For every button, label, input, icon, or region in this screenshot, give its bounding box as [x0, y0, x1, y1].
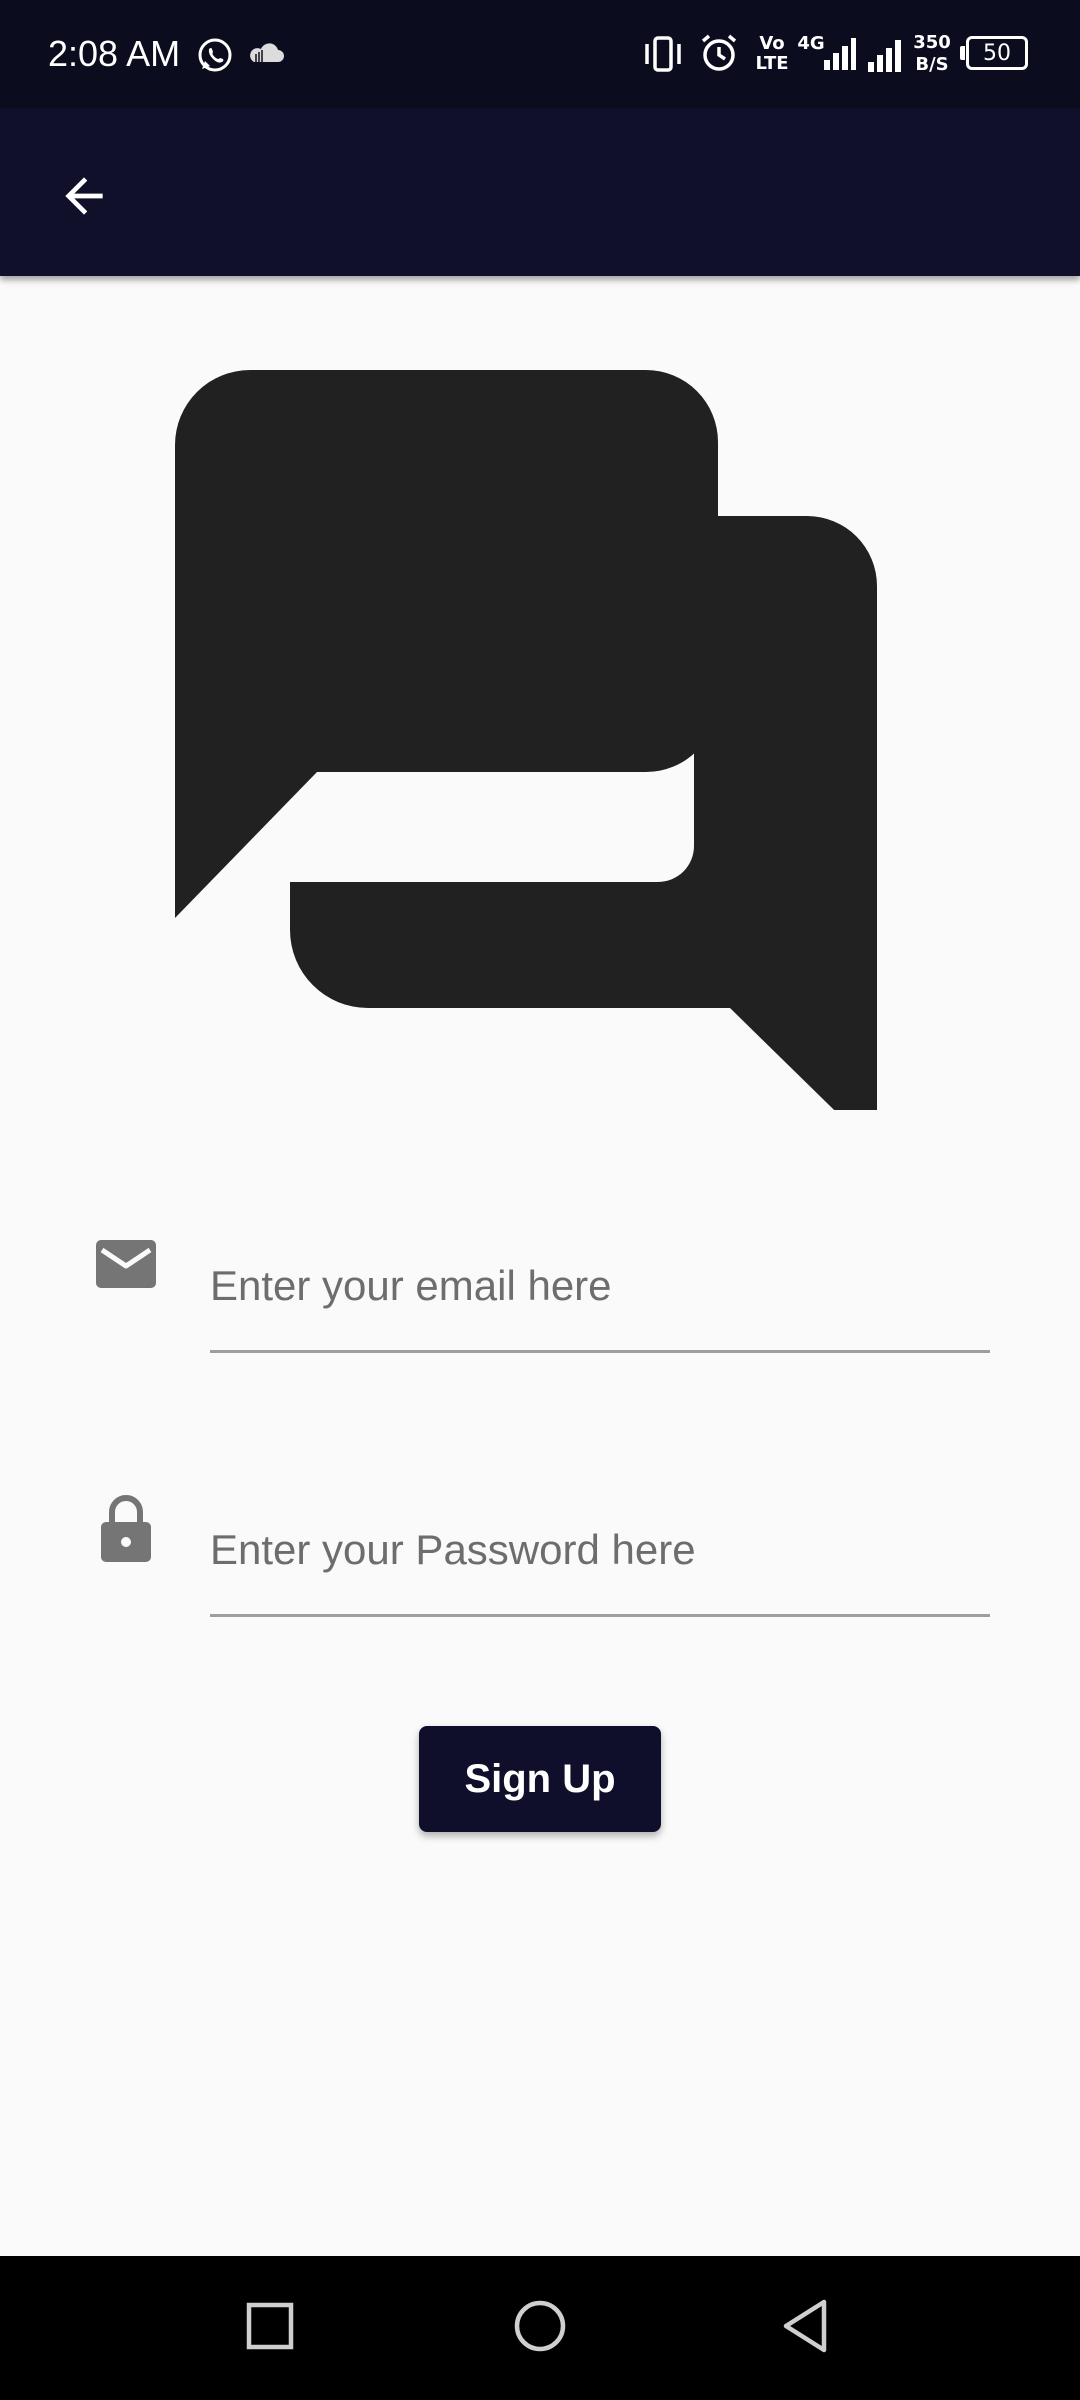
- signal-2-icon: [868, 40, 901, 72]
- email-field[interactable]: [210, 1222, 990, 1353]
- chat-bubbles-icon: [175, 370, 877, 1110]
- lock-icon: [101, 1495, 151, 1562]
- whatsapp-icon: [198, 38, 232, 72]
- net-speed-unit: B/S: [915, 54, 949, 75]
- app-bar: [0, 108, 1080, 276]
- signup-button[interactable]: Sign Up: [419, 1726, 661, 1832]
- recents-button[interactable]: [220, 2276, 320, 2376]
- password-input[interactable]: [210, 1486, 990, 1614]
- password-field[interactable]: [210, 1486, 990, 1617]
- home-circle-icon: [514, 2300, 566, 2352]
- email-input[interactable]: [210, 1222, 990, 1350]
- alarm-icon: [701, 34, 737, 71]
- signal-icon: [824, 38, 856, 70]
- volte-top-label: Vo: [759, 33, 785, 54]
- arrow-back-icon: [65, 177, 103, 215]
- battery-icon: 50: [966, 36, 1028, 70]
- recents-square-icon: [246, 2302, 294, 2350]
- battery-tip: [960, 46, 965, 60]
- system-nav-bar: [0, 2256, 1080, 2400]
- home-button[interactable]: [490, 2276, 590, 2376]
- nav-back-button[interactable]: [756, 2276, 856, 2376]
- battery-level: 50: [983, 40, 1011, 66]
- net-speed-value: 350: [913, 32, 951, 53]
- volte-bottom-label: LTE: [755, 53, 789, 74]
- back-button[interactable]: [40, 152, 128, 240]
- vibrate-icon: [645, 36, 681, 72]
- status-bar: 2:08 AM Vo LTE 4G 350 B/S 50: [0, 0, 1080, 108]
- signup-button-label: Sign Up: [464, 1756, 616, 1801]
- back-triangle-icon: [783, 2299, 827, 2353]
- mail-icon: [96, 1240, 156, 1288]
- status-time: 2:08 AM: [48, 33, 181, 74]
- cloud-icon: [250, 43, 284, 62]
